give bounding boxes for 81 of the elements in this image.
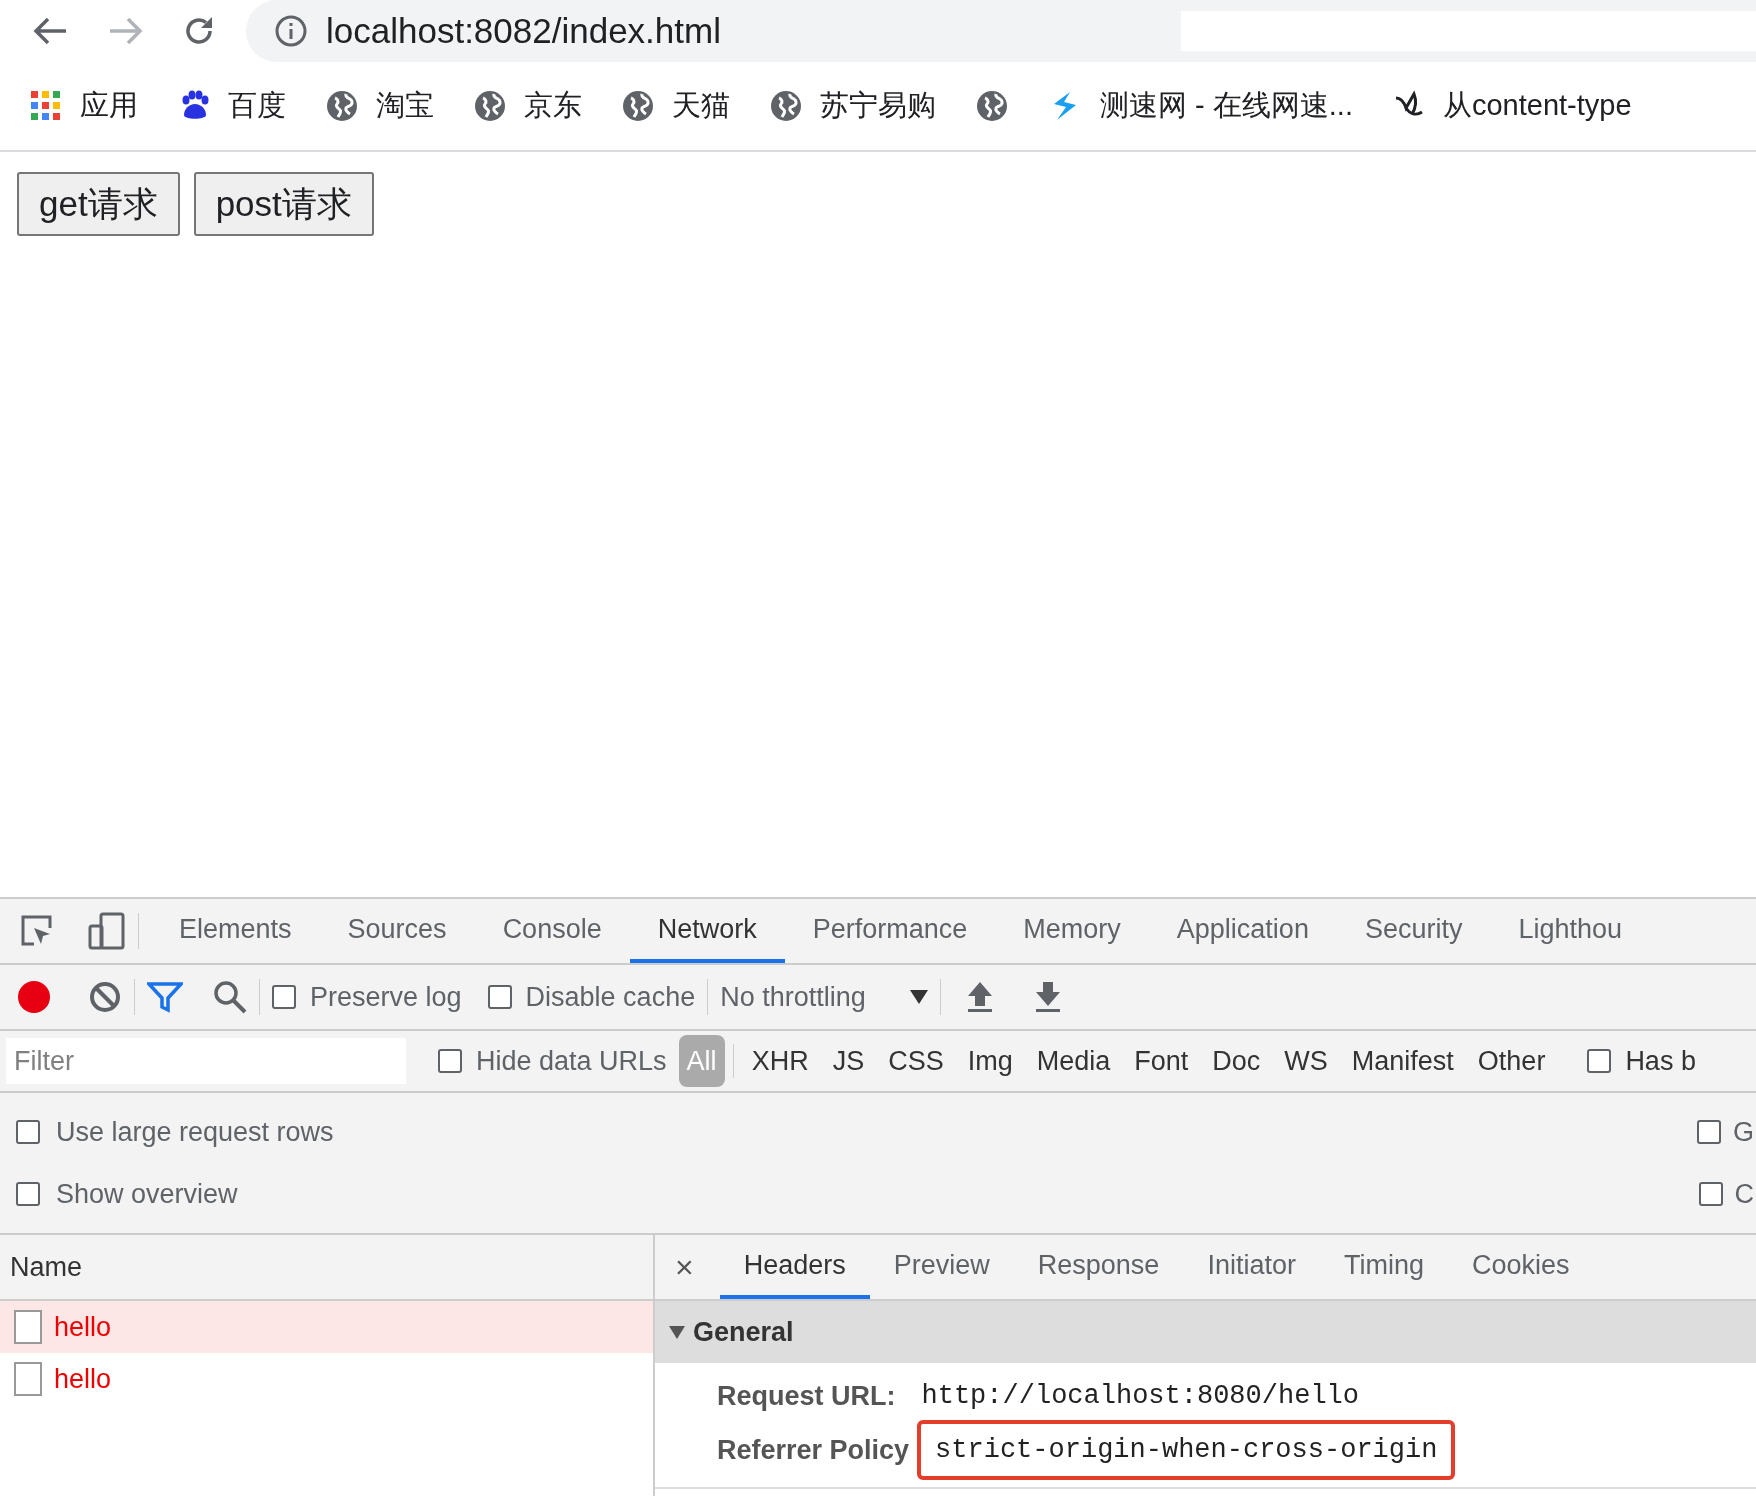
search-icon[interactable] (213, 980, 247, 1014)
devtools-tab[interactable]: Network (629, 899, 785, 963)
detail-tab[interactable]: Initiator (1183, 1235, 1320, 1299)
devtools-tab[interactable]: Lighthou (1490, 899, 1651, 963)
triangle-icon (669, 1325, 685, 1339)
devtools-tab[interactable]: Elements (151, 899, 320, 963)
detail-tab[interactable]: Timing (1319, 1235, 1448, 1299)
url-text: localhost:8082/index.html (326, 9, 721, 52)
document-icon (14, 1310, 42, 1344)
devtools-tab[interactable]: Security (1336, 899, 1491, 963)
bookmark-item[interactable]: 应用 (30, 84, 138, 128)
bookmark-item[interactable]: 天猫 (622, 84, 730, 128)
checkbox[interactable] (487, 985, 512, 1009)
checkbox-label: Disable cache (525, 980, 696, 1014)
header-name: Request URL: (717, 1379, 896, 1413)
bookmark-item[interactable]: 百度 (178, 84, 286, 128)
devtools-tab[interactable]: Performance (784, 899, 996, 963)
close-button[interactable]: × (675, 1243, 694, 1291)
filter-funnel-icon[interactable] (147, 981, 183, 1013)
header-value: http://localhost:8080/hello (920, 1379, 1360, 1413)
name-column-header[interactable]: Name (0, 1235, 653, 1301)
document-icon (14, 1362, 42, 1396)
checkbox-label: Preserve log (310, 980, 462, 1014)
detail-tab[interactable]: Cookies (1447, 1235, 1594, 1299)
globe-icon (976, 90, 1008, 122)
devtools-tab[interactable]: Memory (995, 899, 1149, 963)
type-filter[interactable]: Manifest (1343, 1034, 1462, 1088)
inspect-cursor-icon[interactable] (20, 914, 54, 948)
type-filter[interactable]: Doc (1204, 1034, 1269, 1088)
globe-icon (770, 90, 802, 122)
type-filter[interactable]: XHR (743, 1034, 817, 1088)
apps-grid-icon (30, 90, 62, 122)
page-button[interactable]: get请求 (17, 172, 180, 236)
checkbox-label: Hide data URLs (476, 1044, 667, 1078)
devtools-tab[interactable]: Console (474, 899, 630, 963)
bookmark-item[interactable]: 淘宝 (326, 84, 434, 128)
bookmark-item[interactable]: 京东 (474, 84, 582, 128)
request-row[interactable]: hello (0, 1301, 653, 1353)
checkbox[interactable] (16, 1182, 40, 1206)
checkbox-label: Has b (1625, 1044, 1696, 1078)
globe-icon (622, 90, 654, 122)
type-filter[interactable]: CSS (880, 1034, 952, 1088)
checkbox[interactable] (1698, 1182, 1723, 1206)
bookmark-item[interactable]: 苏宁易购 (770, 84, 936, 128)
type-filter[interactable]: Font (1126, 1034, 1197, 1088)
section-header[interactable]: General (655, 1301, 1756, 1363)
request-name: hello (54, 1362, 112, 1396)
devtools-tab[interactable]: Sources (319, 899, 475, 963)
header-name: Referrer Policy (717, 1433, 910, 1467)
filter-input[interactable]: Filter (6, 1038, 406, 1084)
checkbox[interactable] (16, 1120, 40, 1144)
bookmark-item[interactable]: 测速网 - 在线网速... (1048, 84, 1353, 128)
type-filter[interactable]: Media (1028, 1034, 1119, 1088)
checkbox-label: Use large request rows (56, 1115, 334, 1149)
checkbox[interactable] (1587, 1049, 1612, 1073)
clear-icon[interactable] (88, 980, 122, 1014)
header-value: strict-origin-when-cross-origin (917, 1419, 1456, 1481)
device-toggle-icon[interactable] (88, 912, 126, 950)
section-title: General (693, 1315, 794, 1349)
globe-icon (326, 90, 358, 122)
detail-tab[interactable]: Response (1013, 1235, 1184, 1299)
type-filter[interactable]: Other (1469, 1034, 1554, 1088)
info-icon (274, 14, 308, 48)
checkbox[interactable] (438, 1049, 462, 1073)
request-name: hello (54, 1310, 112, 1344)
page-button[interactable]: post请求 (193, 172, 374, 236)
detail-tab[interactable]: Preview (869, 1235, 1014, 1299)
bookmark-item[interactable] (976, 90, 1008, 122)
checkbox-label: G (1733, 1115, 1754, 1149)
address-bar[interactable]: localhost:8082/index.html (246, 0, 1756, 62)
checkbox-label: C (1734, 1177, 1754, 1211)
type-filter[interactable]: Img (959, 1034, 1021, 1088)
back-arrow-icon[interactable] (32, 16, 68, 46)
checkbox[interactable] (1697, 1120, 1721, 1144)
type-filter[interactable]: JS (824, 1034, 873, 1088)
type-filter[interactable]: WS (1276, 1034, 1336, 1088)
checkbox[interactable] (272, 985, 296, 1009)
devtools-tab[interactable]: Application (1148, 899, 1337, 963)
bookmark-item[interactable]: 从content-type (1392, 84, 1632, 128)
checkbox-label: Show overview (56, 1177, 238, 1211)
globe-icon (474, 90, 506, 122)
